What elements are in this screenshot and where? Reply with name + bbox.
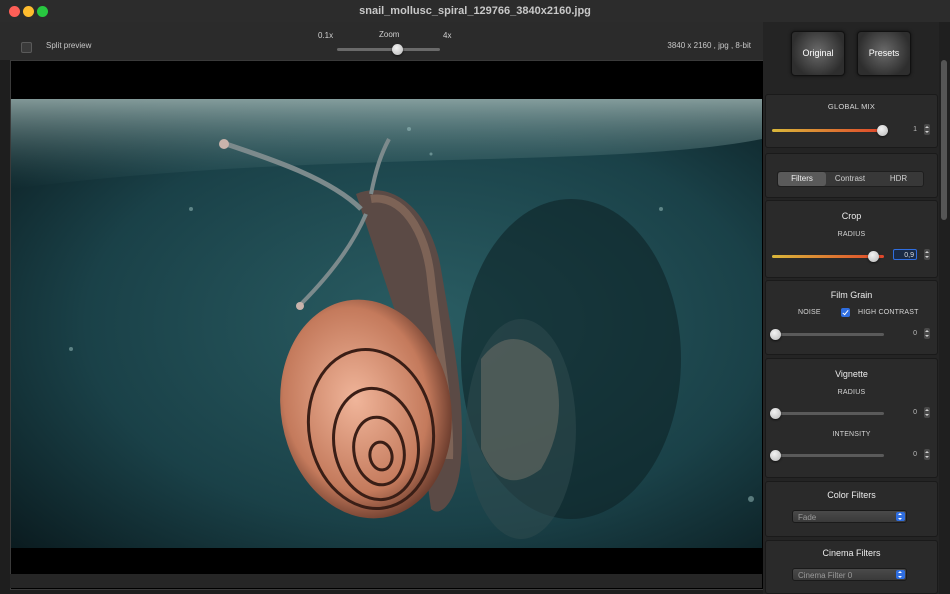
noise-slider-knob[interactable]	[770, 329, 781, 340]
filter-tabs: Filters Contrast HDR	[777, 171, 924, 187]
color-filters-panel: Color Filters	[765, 481, 938, 537]
color-filter-dropdown[interactable]: Fade	[792, 510, 907, 523]
global-mix-value[interactable]: 1	[893, 124, 917, 135]
original-button[interactable]: Original	[791, 31, 845, 76]
vignette-intensity-slider-track[interactable]	[772, 454, 884, 457]
vignette-radius-value[interactable]: 0	[893, 407, 917, 418]
film-grain-title: Film Grain	[830, 290, 873, 300]
image-info: 3840 x 2160 , jpg , 8-bit	[667, 41, 751, 50]
split-preview-checkbox[interactable]	[21, 42, 32, 53]
zoom-max-label: 4x	[443, 31, 452, 40]
title-bar: snail_mollusc_spiral_129766_3840x2160.jp…	[0, 0, 950, 23]
presets-button[interactable]: Presets	[857, 31, 911, 76]
vignette-radius-label: RADIUS	[837, 389, 866, 396]
vignette-panel: Vignette RADIUS INTENSITY	[765, 358, 938, 478]
preview-scrollbar[interactable]	[10, 574, 762, 588]
vignette-intensity-stepper[interactable]	[924, 449, 930, 460]
crop-radius-label: RADIUS	[837, 231, 866, 238]
crop-title: Crop	[841, 211, 862, 221]
high-contrast-label: HIGH CONTRAST	[858, 309, 919, 316]
color-filters-title: Color Filters	[827, 490, 876, 500]
noise-value[interactable]: 0	[893, 328, 917, 339]
vignette-intensity-label: INTENSITY	[832, 431, 871, 438]
crop-panel: Crop RADIUS	[765, 200, 938, 278]
vignette-title: Vignette	[835, 369, 868, 379]
vignette-intensity-value[interactable]: 0	[893, 449, 917, 460]
global-mix-slider-knob[interactable]	[877, 125, 888, 136]
sidebar-scrollbar-thumb[interactable]	[941, 60, 947, 220]
crop-radius-slider-knob[interactable]	[868, 251, 879, 262]
snail-photo-image	[11, 99, 762, 548]
color-filter-selected: Fade	[798, 513, 817, 522]
global-mix-slider-track[interactable]	[772, 129, 884, 132]
high-contrast-checkbox[interactable]	[841, 308, 850, 317]
cinema-filters-title: Cinema Filters	[822, 548, 881, 558]
cinema-filters-panel: Cinema Filters	[765, 540, 938, 594]
crop-radius-value[interactable]: 0,9	[893, 249, 917, 260]
crop-radius-stepper[interactable]	[924, 249, 930, 260]
noise-slider-track[interactable]	[772, 333, 884, 336]
global-mix-title: GLOBAL MIX	[827, 102, 876, 111]
noise-label: NOISE	[798, 309, 821, 316]
global-mix-panel: GLOBAL MIX	[765, 94, 938, 148]
split-preview-label: Split preview	[46, 41, 92, 50]
zoom-min-label: 0.1x	[318, 31, 334, 40]
vignette-radius-stepper[interactable]	[924, 407, 930, 418]
cinema-filter-selected: Cinema Filter 0	[798, 571, 853, 580]
tab-contrast[interactable]: Contrast	[826, 172, 874, 186]
film-grain-panel: Film Grain	[765, 280, 938, 355]
noise-stepper[interactable]	[924, 328, 930, 339]
vignette-intensity-slider-knob[interactable]	[770, 450, 781, 461]
global-mix-stepper[interactable]	[924, 124, 930, 135]
tab-hdr[interactable]: HDR	[874, 172, 923, 186]
cinema-filter-dropdown[interactable]: Cinema Filter 0	[792, 568, 907, 581]
chevron-updown-icon	[896, 570, 905, 579]
vignette-radius-slider-knob[interactable]	[770, 408, 781, 419]
toolbar	[0, 22, 763, 60]
vignette-radius-slider-track[interactable]	[772, 412, 884, 415]
tab-filters[interactable]: Filters	[778, 172, 826, 186]
preview-image	[11, 99, 762, 548]
chevron-updown-icon	[896, 512, 905, 521]
zoom-slider-knob[interactable]	[392, 44, 403, 55]
window-title: snail_mollusc_spiral_129766_3840x2160.jp…	[359, 5, 591, 17]
zoom-label: Zoom	[379, 30, 400, 39]
zoom-slider-track[interactable]	[337, 48, 440, 51]
